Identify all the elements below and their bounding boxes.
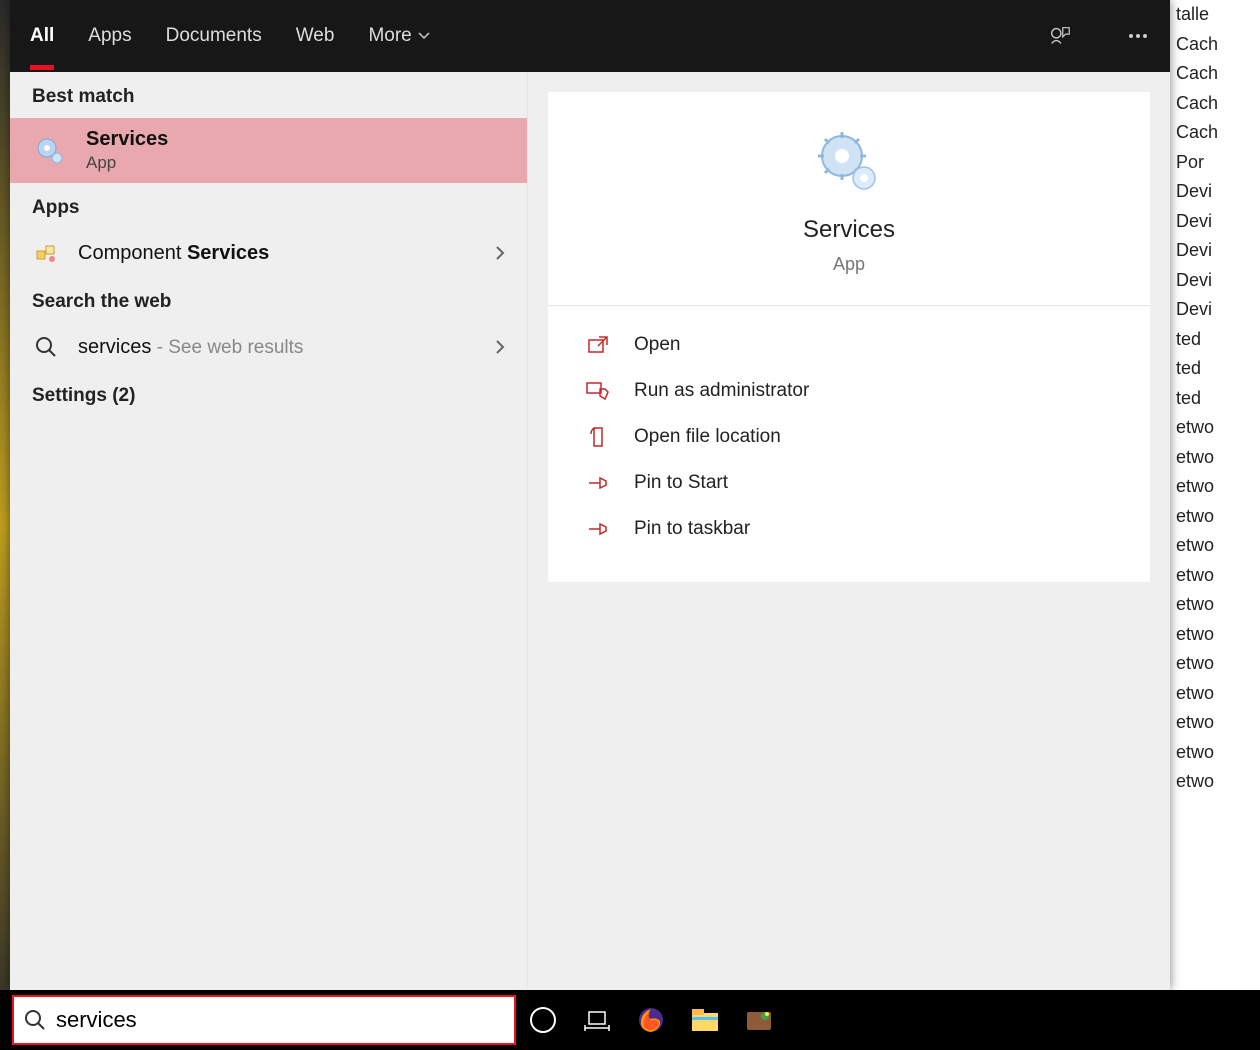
action-open[interactable]: Open — [578, 322, 1120, 368]
open-icon — [584, 335, 612, 355]
section-best-match: Best match — [10, 72, 527, 118]
tab-web[interactable]: Web — [296, 25, 335, 47]
chevron-right-icon — [495, 339, 505, 355]
services-icon — [32, 133, 68, 169]
action-pin-start[interactable]: Pin to Start — [578, 460, 1120, 506]
result-title: services - See web results — [78, 336, 477, 359]
tab-more-label: More — [368, 25, 411, 47]
services-large-icon — [814, 128, 884, 198]
result-subtitle: App — [86, 153, 505, 173]
search-input[interactable] — [56, 1007, 504, 1033]
result-services[interactable]: Services App — [10, 118, 527, 183]
tab-all[interactable]: All — [30, 25, 54, 47]
action-label: Open — [634, 334, 680, 356]
results-column: Best match Services App Apps Component S… — [10, 72, 528, 990]
pin-icon — [584, 520, 612, 538]
more-options-icon[interactable] — [1126, 24, 1150, 48]
section-settings[interactable]: Settings (2) — [10, 371, 527, 417]
action-open-location[interactable]: Open file location — [578, 414, 1120, 460]
search-body: Best match Services App Apps Component S… — [10, 72, 1170, 990]
result-title: Component Services — [78, 242, 477, 265]
preview-subtitle: App — [568, 254, 1130, 275]
chevron-right-icon — [495, 245, 505, 261]
preview-column: Services App Open Run as administrator O… — [528, 72, 1170, 990]
taskbar — [0, 990, 1260, 1050]
preview-actions: Open Run as administrator Open file loca… — [548, 306, 1150, 582]
folder-icon — [584, 426, 612, 448]
result-component-services[interactable]: Component Services — [10, 229, 527, 277]
tab-documents[interactable]: Documents — [166, 25, 262, 47]
admin-shield-icon — [584, 381, 612, 401]
feedback-icon[interactable] — [1048, 24, 1072, 48]
preview-title: Services — [568, 216, 1130, 244]
action-label: Pin to Start — [634, 472, 728, 494]
taskbar-search-box[interactable] — [12, 995, 516, 1045]
result-web-services[interactable]: services - See web results — [10, 323, 527, 371]
action-run-admin[interactable]: Run as administrator — [578, 368, 1120, 414]
cortana-icon[interactable] — [516, 993, 570, 1047]
file-explorer-icon[interactable] — [678, 993, 732, 1047]
action-label: Open file location — [634, 426, 781, 448]
result-title: Services — [86, 128, 505, 151]
section-search-web: Search the web — [10, 277, 527, 323]
app-icon[interactable] — [732, 993, 786, 1047]
pin-icon — [584, 474, 612, 492]
search-tabs: All Apps Documents Web More — [10, 0, 1170, 72]
search-icon — [32, 333, 60, 361]
tab-more[interactable]: More — [368, 25, 429, 47]
firefox-icon[interactable] — [624, 993, 678, 1047]
action-pin-taskbar[interactable]: Pin to taskbar — [578, 506, 1120, 552]
tab-apps[interactable]: Apps — [88, 25, 131, 47]
section-apps: Apps — [10, 183, 527, 229]
preview-card: Services App — [548, 92, 1150, 306]
task-view-icon[interactable] — [570, 993, 624, 1047]
action-label: Run as administrator — [634, 380, 809, 402]
component-services-icon — [32, 239, 60, 267]
windows-search-panel: All Apps Documents Web More Best match — [10, 0, 1170, 990]
action-label: Pin to taskbar — [634, 518, 750, 540]
chevron-down-icon — [418, 32, 430, 40]
background-text-strip: talleCachCachCachCachPorDeviDeviDeviDevi… — [1170, 0, 1260, 1050]
search-icon — [24, 1009, 46, 1031]
